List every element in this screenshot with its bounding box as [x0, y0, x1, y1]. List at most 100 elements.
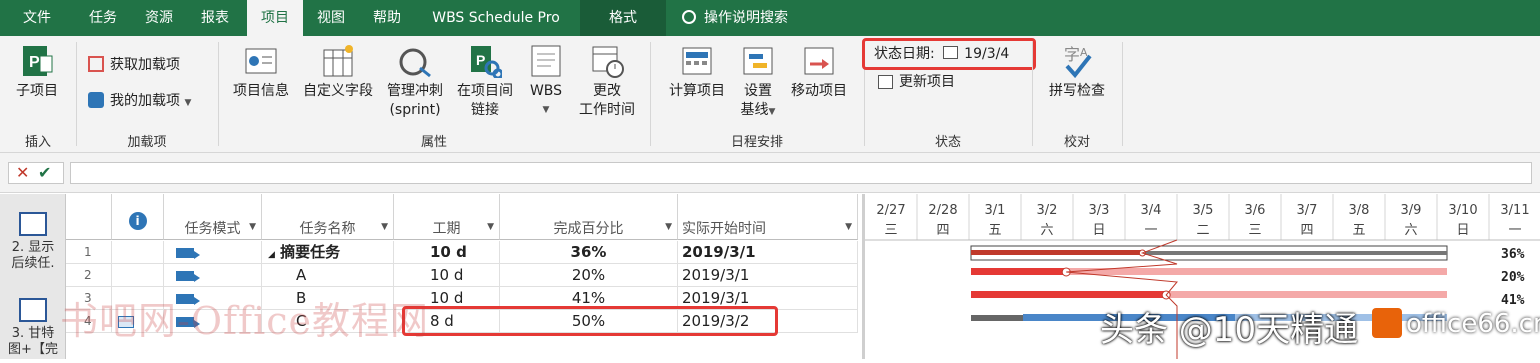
view-item-label-2: 后续任. [11, 256, 55, 271]
subproject-label: 子项目 [16, 83, 58, 99]
svg-text:P: P [476, 52, 485, 68]
get-addins-label: 获取加载项 [110, 57, 180, 73]
table-fields-icon [321, 44, 355, 78]
percent-cell[interactable]: 36% [500, 241, 678, 264]
timescale-weekday: 一 [1508, 223, 1521, 238]
confirm-icon[interactable]: ✔ [38, 163, 51, 182]
cancel-icon[interactable]: ✕ [16, 163, 29, 182]
view-item-label: 2. 显示 [11, 240, 55, 255]
chevron-down-icon[interactable]: ▼ [381, 222, 388, 232]
actual-start-cell[interactable]: 2019/3/1 [678, 264, 858, 287]
sprint-label: (sprint) [389, 102, 441, 118]
task-mode-cell[interactable] [164, 264, 262, 287]
brand-text: office66.cn [1406, 309, 1540, 339]
task-name-cell[interactable]: ◢ 摘要任务 [262, 241, 394, 264]
col-actual-start[interactable]: 实际开始时间 ▼ [678, 194, 858, 240]
percent-label: 36% [1501, 247, 1525, 262]
custom-fields-button[interactable]: 自定义字段 [298, 44, 378, 101]
timescale-date: 3/2 [1037, 203, 1058, 218]
tab-project[interactable]: 项目 [247, 0, 303, 36]
wbs-button[interactable]: WBS ▼ [522, 44, 570, 120]
change-working-time-button[interactable]: 更改 工作时间 [574, 44, 640, 120]
table-row[interactable]: 1 ◢ 摘要任务 10 d 36% 2019/3/1 [66, 241, 858, 264]
indicator-cell [112, 241, 164, 264]
project-info-button[interactable]: 项目信息 [228, 44, 294, 101]
duration-cell[interactable]: 10 d [394, 264, 500, 287]
get-addins-button[interactable]: 获取加载项 [88, 54, 180, 76]
tab-format[interactable]: 格式 [580, 0, 666, 36]
baseline-label-2-wrap: 基线▼ [734, 101, 782, 122]
percent-label: 41% [1501, 293, 1525, 308]
spell-check-button[interactable]: 字A 拼写检查 [1044, 44, 1110, 101]
watermark-text: 书吧网-Office教程网 [60, 299, 430, 343]
col-duration[interactable]: 工期 ▼ [394, 194, 500, 240]
tab-help[interactable]: 帮助 [362, 0, 412, 36]
move-project-button[interactable]: 移动项目 [786, 44, 852, 101]
links-between-label-2: 链接 [471, 102, 499, 118]
percent-cell[interactable]: 20% [500, 264, 678, 287]
links-between-projects-button[interactable]: P 在项目间 链接 [452, 44, 518, 120]
info-icon [244, 44, 278, 78]
chevron-down-icon[interactable]: ▼ [665, 222, 672, 232]
calculator-icon [680, 44, 714, 78]
timescale-date: 2/27 [876, 203, 905, 218]
chevron-down-icon[interactable]: ▼ [845, 222, 852, 232]
search-label: 操作说明搜索 [704, 10, 788, 26]
ribbon: P + 子项目 插入 获取加载项 我的加载项 ▼ 加载项 项目信息 自定义字段 管… [0, 36, 1540, 153]
tab-view[interactable]: 视图 [306, 0, 356, 36]
col-label: 任务名称 [299, 221, 356, 237]
task-progress [971, 268, 1067, 275]
update-project-button[interactable]: 更新项目 [878, 71, 955, 93]
set-baseline-button[interactable]: 设置 基线▼ [734, 44, 782, 122]
info-icon: i [128, 212, 147, 230]
change-worktime-label: 更改 [593, 83, 621, 99]
view-item-successors[interactable]: 2. 显示 后续任. [0, 212, 66, 272]
my-addins-label: 我的加载项 [110, 93, 180, 109]
update-project-label: 更新项目 [899, 74, 955, 90]
col-task-mode[interactable]: 任务模式 ▼ [164, 194, 262, 240]
my-addins-button[interactable]: 我的加载项 ▼ [88, 90, 191, 112]
calculate-project-button[interactable]: 计算项目 [664, 44, 730, 101]
chevron-down-icon: ▼ [768, 107, 776, 117]
watermark-brand: office66.cn [1372, 308, 1540, 339]
manage-sprint-button[interactable]: 管理冲刺 (sprint) [382, 44, 448, 120]
project-info-label: 项目信息 [233, 83, 289, 99]
entry-input[interactable] [70, 162, 1532, 184]
highlight-box [402, 306, 778, 336]
link-icon: P [468, 44, 504, 80]
separator [1122, 42, 1123, 146]
chevron-down-icon[interactable]: ▼ [249, 222, 256, 232]
timescale-weekday: 六 [1404, 223, 1417, 238]
group-properties-label: 属性 [420, 135, 447, 150]
table-row[interactable]: 2 A 10 d 20% 2019/3/1 [66, 264, 858, 287]
store-icon [88, 56, 104, 72]
calendar-clock-icon [590, 44, 624, 78]
tab-task[interactable]: 任务 [78, 0, 128, 36]
tab-file[interactable]: 文件 [12, 0, 62, 36]
duration-cell[interactable]: 10 d [394, 241, 500, 264]
wbs-icon [529, 44, 563, 78]
auto-schedule-icon [176, 248, 200, 259]
timescale-weekday: 五 [988, 223, 1001, 238]
tab-report[interactable]: 报表 [190, 0, 240, 36]
view-item-gantt[interactable]: 3. 甘特 图+【完 [0, 298, 66, 358]
timescale-date: 3/1 [985, 203, 1006, 218]
actual-start-cell[interactable]: 2019/3/1 [678, 241, 858, 264]
manage-sprint-label: 管理冲刺 [387, 83, 443, 99]
timescale-weekday: 四 [936, 223, 949, 238]
sprint-icon [398, 44, 432, 78]
tab-resource[interactable]: 资源 [134, 0, 184, 36]
chevron-down-icon[interactable]: ▼ [487, 222, 494, 232]
task-name-cell[interactable]: A [262, 264, 394, 287]
group-insert-label: 插入 [24, 135, 51, 150]
timescale-weekday: 六 [1040, 223, 1053, 238]
subproject-button[interactable]: P + 子项目 [12, 43, 62, 101]
task-mode-cell[interactable] [164, 241, 262, 264]
indicators-header[interactable]: i [112, 194, 164, 240]
col-label: 任务模式 [184, 221, 241, 237]
col-percent-complete[interactable]: 完成百分比 ▼ [500, 194, 678, 240]
tab-wbs[interactable]: WBS Schedule Pro [420, 0, 572, 36]
collapse-icon[interactable]: ◢ [268, 250, 275, 260]
col-task-name[interactable]: 任务名称 ▼ [262, 194, 394, 240]
tell-me-search[interactable]: 操作说明搜索 [682, 0, 788, 36]
